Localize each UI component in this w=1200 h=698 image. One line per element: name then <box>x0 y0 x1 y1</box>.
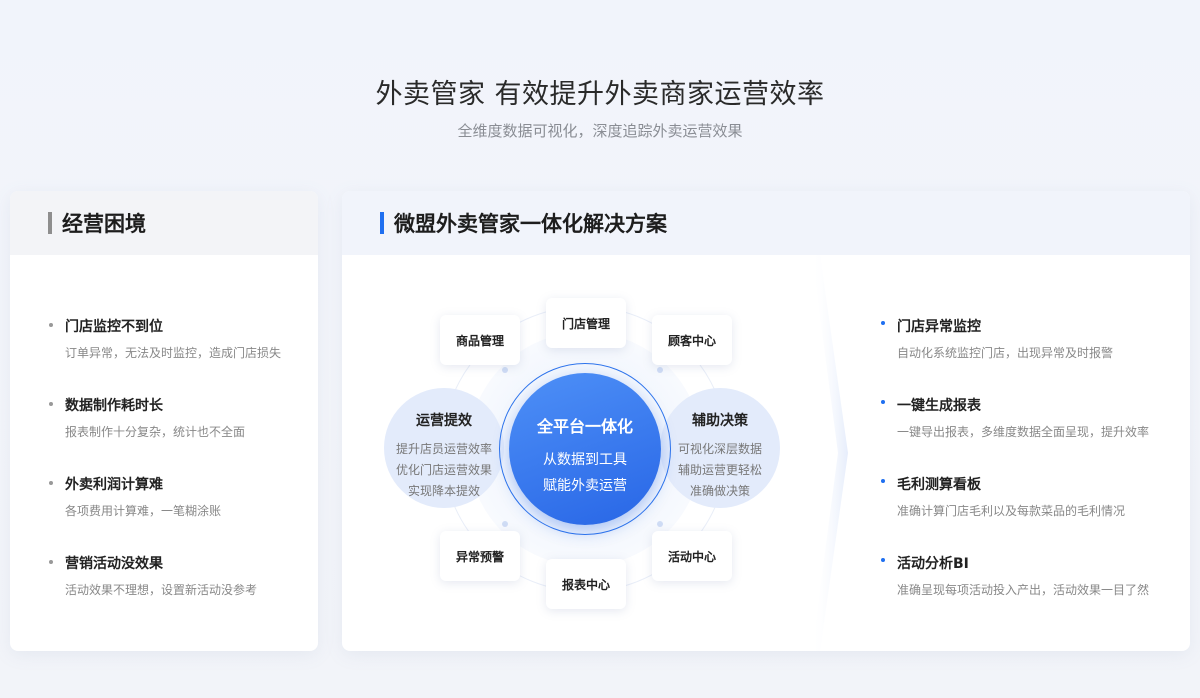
title-bar-marker <box>48 212 52 234</box>
ring-dot <box>502 367 508 373</box>
node-customer-center[interactable]: 顾客中心 <box>652 315 732 365</box>
solution-item-desc: 准确呈现每项活动投入产出，活动效果一目了然 <box>897 583 1150 597</box>
pain-item-desc: 报表制作十分复杂，统计也不全面 <box>65 425 246 439</box>
bullet-dot <box>881 400 885 404</box>
bullet-dot <box>49 323 53 327</box>
solution-card: 微盟外卖管家一体化解决方案 运营提效 提升店员运营效率 优化门店运营效果 实现降… <box>342 191 1190 651</box>
pain-item: 外卖利润计算难 各项费用计算难，一笔糊涂账 <box>49 474 222 519</box>
bullet-dot <box>881 558 885 562</box>
bubble-line: 提升店员运营效率 <box>395 442 492 456</box>
chevron-divider-icon <box>812 255 848 651</box>
bubble-line: 优化门店运营效果 <box>395 463 492 477</box>
solution-item: 活动分析BI 准确呈现每项活动投入产出，活动效果一目了然 <box>881 553 1150 598</box>
bubble-title: 辅助决策 <box>692 413 748 429</box>
bubble-title: 运营提效 <box>416 413 472 429</box>
core-line: 赋能外卖运营 <box>543 478 627 494</box>
solution-item-desc: 准确计算门店毛利以及每款菜品的毛利情况 <box>897 504 1126 518</box>
pain-card: 经营困境 门店监控不到位 订单异常，无法及时监控，造成门店损失 数据制作耗时长 … <box>10 191 318 651</box>
pain-item-desc: 订单异常，无法及时监控，造成门店损失 <box>65 346 282 360</box>
pain-item: 门店监控不到位 订单异常，无法及时监控，造成门店损失 <box>49 316 282 361</box>
bubble-line: 实现降本提效 <box>407 484 480 498</box>
solution-item-title: 一键生成报表 <box>897 398 981 414</box>
bubble-line: 可视化深层数据 <box>677 442 762 456</box>
efficiency-bubble: 运营提效 提升店员运营效率 优化门店运营效果 实现降本提效 <box>384 388 504 508</box>
solution-item-desc: 一键导出报表，多维度数据全面呈现，提升效率 <box>897 425 1150 439</box>
pain-item-title: 外卖利润计算难 <box>65 477 163 493</box>
solution-item-title: 门店异常监控 <box>897 319 981 335</box>
bullet-dot <box>49 402 53 406</box>
bullet-dot <box>881 479 885 483</box>
ring-dot <box>657 367 663 373</box>
decision-bubble: 辅助决策 可视化深层数据 辅助运营更轻松 准确做决策 <box>660 388 780 508</box>
bullet-dot <box>49 560 53 564</box>
node-report-center[interactable]: 报表中心 <box>546 559 626 609</box>
bullet-dot <box>881 321 885 325</box>
hero-subtitle: 全维度数据可视化，深度追踪外卖运营效果 <box>457 122 743 140</box>
solution-item-desc: 自动化系统监控门店，出现异常及时报警 <box>897 346 1114 360</box>
pain-item-title: 门店监控不到位 <box>65 319 163 335</box>
bubble-line: 辅助运营更轻松 <box>677 463 762 477</box>
solution-item: 一键生成报表 一键导出报表，多维度数据全面呈现，提升效率 <box>881 395 1150 440</box>
solution-item-title: 毛利测算看板 <box>897 477 981 493</box>
node-activity-center[interactable]: 活动中心 <box>652 531 732 581</box>
pain-item: 数据制作耗时长 报表制作十分复杂，统计也不全面 <box>49 395 246 440</box>
ring-dot <box>657 521 663 527</box>
hero-title: 外卖管家 有效提升外卖商家运营效率 <box>375 79 825 110</box>
core-title: 全平台一体化 <box>536 417 633 436</box>
pain-item-desc: 活动效果不理想，设置新活动没参考 <box>65 583 258 597</box>
bubble-line: 准确做决策 <box>689 484 750 498</box>
solution-item: 门店异常监控 自动化系统监控门店，出现异常及时报警 <box>881 316 1114 361</box>
pain-card-header: 经营困境 <box>10 191 318 255</box>
core-circle: 全平台一体化 从数据到工具 赋能外卖运营 <box>509 373 661 525</box>
node-goods-management[interactable]: 商品管理 <box>440 315 520 365</box>
pain-card-title: 经营困境 <box>62 212 146 236</box>
pain-item-desc: 各项费用计算难，一笔糊涂账 <box>65 504 222 518</box>
core-line: 从数据到工具 <box>543 452 627 468</box>
pain-item-title: 营销活动没效果 <box>65 556 163 572</box>
node-exception-alert[interactable]: 异常预警 <box>440 531 520 581</box>
solution-item: 毛利测算看板 准确计算门店毛利以及每款菜品的毛利情况 <box>881 474 1126 519</box>
ring-dot <box>502 521 508 527</box>
pain-item: 营销活动没效果 活动效果不理想，设置新活动没参考 <box>49 553 258 598</box>
bullet-dot <box>49 481 53 485</box>
solution-item-title: 活动分析BI <box>897 556 969 572</box>
node-store-management[interactable]: 门店管理 <box>546 298 626 348</box>
pain-item-title: 数据制作耗时长 <box>65 398 163 414</box>
